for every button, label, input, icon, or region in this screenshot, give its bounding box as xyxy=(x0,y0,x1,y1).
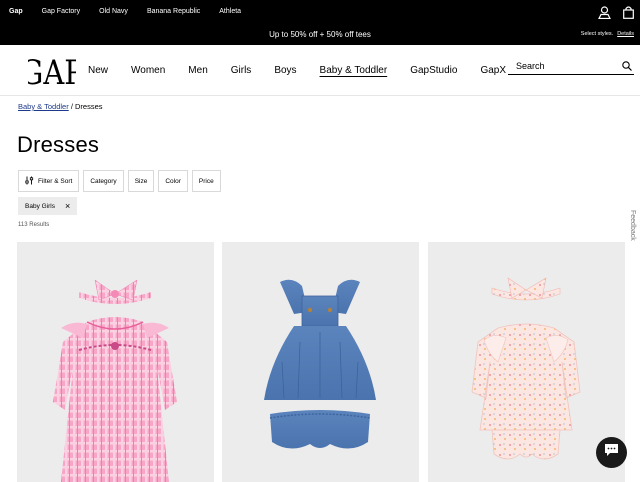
search-icon[interactable] xyxy=(622,61,632,73)
breadcrumb: Baby & Toddler / Dresses xyxy=(18,102,103,111)
size-filter-button[interactable]: Size xyxy=(127,170,155,192)
product-card[interactable] xyxy=(17,242,214,482)
main-nav: GAP New Women Men Girls Boys Baby & Todd… xyxy=(0,45,640,95)
brand-links: Gap Gap Factory Old Navy Banana Republic… xyxy=(9,8,260,15)
brand-link-gap[interactable]: Gap xyxy=(9,8,23,15)
filter-bar: Filter & Sort Category Size Color Price xyxy=(18,170,221,192)
chat-button[interactable] xyxy=(596,437,627,468)
nav-item-gapstudio[interactable]: GapStudio xyxy=(410,65,457,76)
nav-item-boys[interactable]: Boys xyxy=(274,65,296,76)
product-card[interactable] xyxy=(428,242,625,482)
top-banner: Gap Gap Factory Old Navy Banana Republic… xyxy=(0,0,640,45)
nav-divider xyxy=(0,95,640,96)
color-filter-button[interactable]: Color xyxy=(158,170,188,192)
brand-link-gap-factory[interactable]: Gap Factory xyxy=(42,8,81,15)
nav-item-girls[interactable]: Girls xyxy=(231,65,252,76)
denim-jumper-set-image xyxy=(264,279,376,449)
brand-link-banana-republic[interactable]: Banana Republic xyxy=(147,8,200,15)
page-title: Dresses xyxy=(17,132,100,157)
nav-item-gapx[interactable]: GapX xyxy=(480,65,506,76)
category-nav: New Women Men Girls Boys Baby & Toddler … xyxy=(88,65,529,76)
close-icon[interactable]: × xyxy=(65,201,70,211)
results-count: 113 Results xyxy=(18,222,50,228)
shopping-bag-icon[interactable] xyxy=(623,6,634,24)
breadcrumb-parent[interactable]: Baby & Toddler xyxy=(18,102,69,111)
filter-sort-button[interactable]: Filter & Sort xyxy=(18,170,80,192)
active-filter-chip: Baby Girls × xyxy=(18,197,78,215)
breadcrumb-current: Dresses xyxy=(75,102,103,111)
promo-details-link[interactable]: Details xyxy=(617,31,634,37)
promo-note: Select styles. Details xyxy=(581,31,634,37)
breadcrumb-separator: / xyxy=(70,102,73,111)
floral-top-bloomer-set-image xyxy=(471,277,581,460)
pink-plaid-dress-image xyxy=(53,279,177,482)
active-filter-label: Baby Girls xyxy=(25,202,55,210)
chat-icon xyxy=(604,443,619,462)
nav-item-new[interactable]: New xyxy=(88,65,108,76)
promo-note-text: Select styles. xyxy=(580,31,614,37)
gap-logo[interactable]: GAP xyxy=(20,51,83,93)
price-filter-button[interactable]: Price xyxy=(191,170,221,192)
nav-item-baby-toddler[interactable]: Baby & Toddler xyxy=(320,65,388,76)
promo-text[interactable]: Up to 50% off + 50% off tees xyxy=(0,30,640,39)
nav-item-women[interactable]: Women xyxy=(131,65,165,76)
feedback-tab[interactable]: Feedback xyxy=(629,210,636,241)
brand-link-athleta[interactable]: Athleta xyxy=(219,8,241,15)
search-input[interactable] xyxy=(508,59,608,73)
category-filter-button[interactable]: Category xyxy=(83,170,124,192)
account-icon[interactable] xyxy=(598,6,611,24)
sliders-icon xyxy=(25,176,34,187)
brand-link-old-navy[interactable]: Old Navy xyxy=(99,8,128,15)
account-bag-icons xyxy=(598,6,634,24)
logo-text: GAP xyxy=(28,54,76,89)
product-card[interactable] xyxy=(222,242,419,482)
search-box xyxy=(508,59,634,75)
filter-sort-label: Filter & Sort xyxy=(38,177,73,185)
nav-item-men[interactable]: Men xyxy=(188,65,207,76)
